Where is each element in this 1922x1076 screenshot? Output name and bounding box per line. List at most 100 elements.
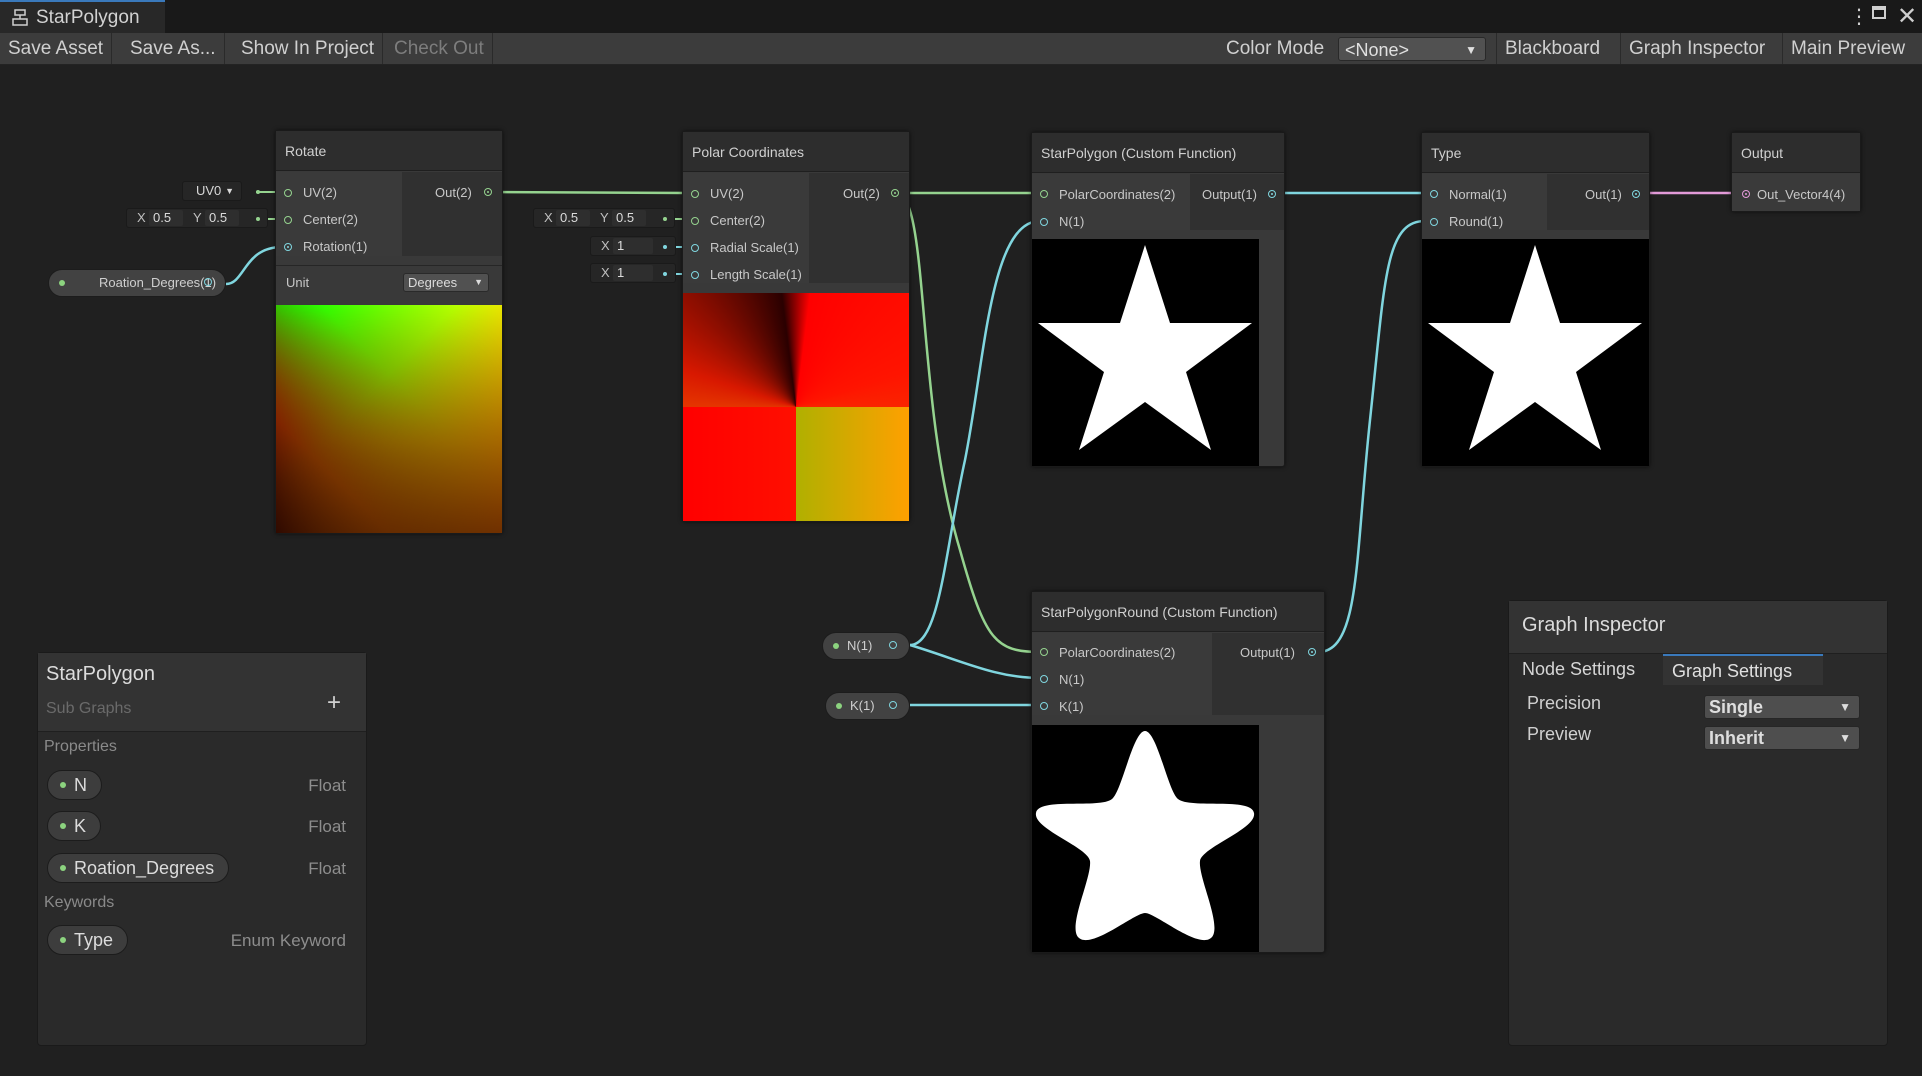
rotate-uv-port[interactable] — [284, 189, 292, 197]
property-node-rotation[interactable]: Roation_Degrees(1) — [48, 269, 226, 297]
polar-length-label: Length Scale(1) — [710, 267, 802, 282]
output-node[interactable]: Output Out_Vector4(4) — [1731, 132, 1861, 212]
starpolygon-node-title: StarPolygon (Custom Function) — [1032, 133, 1284, 173]
starpolygon-output-port[interactable] — [1268, 190, 1276, 198]
rotate-center-port[interactable] — [284, 216, 292, 224]
starpolygon-node[interactable]: StarPolygon (Custom Function) PolarCoord… — [1031, 132, 1285, 467]
rotate-center-y-label: Y — [193, 210, 202, 225]
tab-node-settings[interactable]: Node Settings — [1513, 654, 1663, 685]
chevron-down-icon: ▼ — [1839, 731, 1851, 745]
output-vector4-port[interactable] — [1742, 190, 1750, 198]
polar-center-y-label: Y — [600, 210, 609, 225]
blackboard-property-rotation-type: Float — [308, 859, 346, 878]
property-node-k[interactable]: K(1) — [825, 692, 910, 720]
rotate-rotation-port[interactable] — [284, 243, 292, 251]
polar-out-port[interactable] — [891, 189, 899, 197]
rotate-uv-default-dropdown[interactable]: UV0 ▼ — [182, 181, 242, 201]
property-node-n[interactable]: N(1) — [822, 632, 910, 660]
blackboard-property-n[interactable]: N — [47, 770, 102, 800]
precision-dropdown[interactable]: Single ▼ — [1704, 695, 1860, 719]
type-normal-port[interactable] — [1430, 190, 1438, 198]
starpolygonround-node[interactable]: StarPolygonRound (Custom Function) Polar… — [1031, 591, 1325, 953]
preview-dropdown[interactable]: Inherit ▼ — [1704, 726, 1860, 750]
type-out-label: Out(1) — [1585, 187, 1622, 202]
polar-radial-default-dot — [663, 245, 667, 249]
keywords-section-label: Keywords — [44, 894, 115, 911]
starpolygonround-polar-port[interactable] — [1040, 648, 1048, 656]
tab-graph-settings[interactable]: Graph Settings — [1663, 654, 1823, 685]
type-preview — [1422, 239, 1649, 466]
property-node-k-port[interactable] — [889, 701, 897, 709]
polar-radial-field[interactable]: 1 — [613, 238, 653, 254]
type-keyword-node[interactable]: Type Normal(1) Round(1) Out(1) — [1421, 132, 1650, 467]
blackboard-keyword-type[interactable]: Type — [47, 925, 129, 955]
property-node-rotation-port[interactable] — [204, 278, 212, 286]
polar-uv-port[interactable] — [691, 190, 699, 198]
property-node-n-port[interactable] — [889, 641, 897, 649]
type-round-port[interactable] — [1430, 218, 1438, 226]
rotate-uv-default-value: UV0 — [196, 183, 222, 198]
wire-rotate-polar — [486, 190, 691, 195]
blackboard-panel: StarPolygon Sub Graphs + Properties N Fl… — [37, 652, 367, 1046]
blackboard-header: StarPolygon Sub Graphs + — [38, 653, 366, 732]
property-dot-icon — [60, 782, 66, 788]
property-dot-icon — [60, 937, 66, 943]
starpolygonround-n-port[interactable] — [1040, 675, 1048, 683]
polar-radial-x-label: X — [601, 238, 610, 253]
polar-preview — [683, 293, 909, 521]
polar-node-title: Polar Coordinates — [683, 132, 909, 172]
starpolygonround-k-label: K(1) — [1059, 699, 1084, 714]
polar-center-port[interactable] — [691, 217, 699, 225]
rotate-unit-value: Degrees — [408, 275, 458, 290]
rotate-center-default-dot — [256, 217, 260, 221]
blackboard-property-k-type: Float — [308, 817, 346, 836]
rotate-out-port[interactable] — [484, 188, 492, 196]
polar-center-x-label: X — [544, 210, 553, 225]
property-dot-icon — [833, 643, 839, 649]
blackboard-property-n-type: Float — [308, 776, 346, 795]
type-normal-label: Normal(1) — [1449, 187, 1507, 202]
type-out-port[interactable] — [1632, 190, 1640, 198]
rotate-center-x-label: X — [137, 210, 146, 225]
inspector-title: Graph Inspector — [1522, 614, 1666, 636]
blackboard-property-rotation[interactable]: Roation_Degrees — [47, 853, 230, 883]
property-dot-icon — [59, 280, 65, 286]
wire-rotation-rotate — [225, 245, 283, 286]
precision-label: Precision — [1527, 693, 1602, 713]
polar-center-x-field[interactable]: 0.5 — [556, 210, 590, 226]
rotate-center-y-field[interactable]: 0.5 — [205, 210, 239, 226]
polar-uv-label: UV(2) — [710, 186, 744, 201]
blackboard-property-k[interactable]: K — [47, 811, 102, 841]
blackboard-property-n-name: N — [74, 775, 87, 795]
polar-length-field[interactable]: 1 — [613, 265, 653, 281]
chevron-down-icon: ▼ — [225, 186, 234, 196]
polar-center-y-field[interactable]: 0.5 — [612, 210, 646, 226]
property-node-k-label: K(1) — [850, 698, 875, 713]
precision-value: Single — [1709, 697, 1764, 717]
starpolygon-polar-port[interactable] — [1040, 190, 1048, 198]
starpolygon-preview — [1032, 239, 1259, 466]
polar-radial-label: Radial Scale(1) — [710, 240, 799, 255]
polar-center-default-dot — [663, 217, 667, 221]
rotate-unit-dropdown[interactable]: Degrees ▼ — [403, 273, 489, 292]
polar-radial-port[interactable] — [691, 244, 699, 252]
output-vector4-label: Out_Vector4(4) — [1757, 187, 1846, 202]
rotate-node[interactable]: Rotate UV(2) Center(2) Rotation(1) Out(2… — [275, 130, 503, 534]
rotate-center-default[interactable]: X 0.5 Y 0.5 — [126, 208, 268, 228]
property-node-n-label: N(1) — [847, 638, 873, 653]
starpolygonround-output-port[interactable] — [1308, 648, 1316, 656]
blackboard-property-k-name: K — [74, 816, 87, 836]
starpolygon-n-port[interactable] — [1040, 218, 1048, 226]
wire-starpolygonround-type — [1317, 219, 1426, 654]
starpolygonround-preview — [1032, 725, 1259, 952]
plus-icon[interactable]: + — [327, 691, 341, 715]
polar-length-port[interactable] — [691, 271, 699, 279]
properties-section-label: Properties — [44, 738, 117, 755]
starpolygonround-k-port[interactable] — [1040, 702, 1048, 710]
property-dot-icon — [60, 823, 66, 829]
polar-coordinates-node[interactable]: Polar Coordinates UV(2) Center(2) Radial… — [682, 131, 910, 522]
rotate-uv-label: UV(2) — [303, 185, 337, 200]
polar-center-default[interactable]: X 0.5 Y 0.5 — [533, 208, 675, 228]
rotate-center-x-field[interactable]: 0.5 — [149, 210, 183, 226]
type-round-label: Round(1) — [1449, 214, 1504, 229]
